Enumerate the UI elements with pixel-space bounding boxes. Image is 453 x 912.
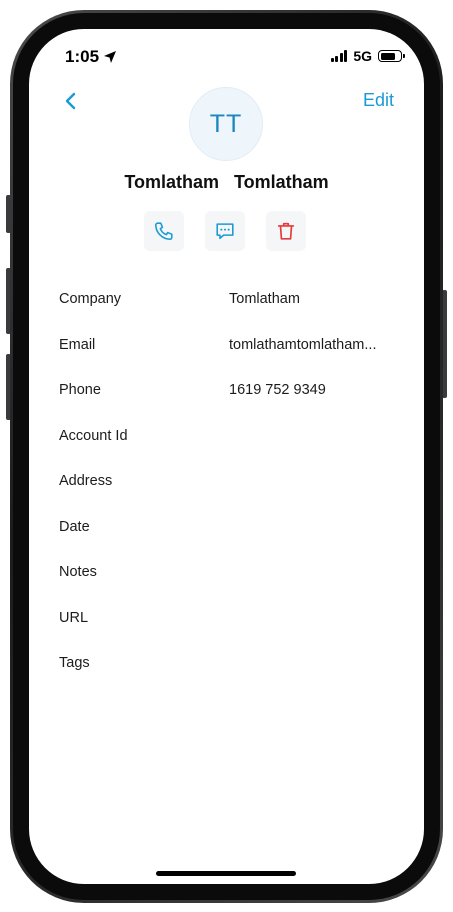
- call-button[interactable]: [144, 211, 184, 251]
- home-indicator[interactable]: [156, 871, 296, 876]
- detail-label: Address: [59, 473, 113, 489]
- email-value[interactable]: tomlathamtomlatham...: [229, 337, 376, 353]
- detail-row-company: Company Tomlatham: [59, 291, 404, 337]
- detail-value: Tomlatham: [229, 291, 300, 307]
- message-button[interactable]: [205, 211, 245, 251]
- status-time: 1:05: [65, 47, 117, 67]
- detail-label: Phone: [59, 382, 101, 398]
- detail-label: Company: [59, 291, 122, 307]
- chevron-left-icon: [65, 92, 76, 110]
- status-bar: 1:05 5G: [29, 29, 424, 83]
- location-arrow-icon: [104, 51, 117, 63]
- back-button[interactable]: [59, 89, 83, 113]
- phone-icon: [154, 222, 173, 241]
- detail-label: URL: [59, 609, 89, 626]
- detail-label: Notes: [59, 564, 97, 580]
- signal-icon: [330, 50, 348, 62]
- trash-icon: [277, 222, 295, 240]
- detail-row-email: Email tomlathamtomlatham...: [59, 337, 404, 383]
- delete-button[interactable]: [266, 211, 306, 251]
- contact-actions: [144, 211, 306, 251]
- network-type: 5G: [353, 48, 372, 64]
- edit-button[interactable]: Edit: [363, 90, 394, 111]
- screen: 1:05 5G Edit TT Tomlatham Tomlatham Comp…: [29, 29, 424, 884]
- detail-row-phone: Phone 1619 752 9349: [59, 382, 404, 428]
- detail-row-date: Date: [59, 519, 404, 565]
- detail-row-notes: Notes: [59, 564, 404, 610]
- message-icon: [216, 223, 234, 240]
- device-bezel: 1:05 5G Edit TT Tomlatham Tomlatham Comp…: [13, 13, 440, 900]
- detail-label: Tags: [59, 655, 90, 671]
- detail-label: Account Id: [59, 427, 128, 444]
- detail-label: Date: [59, 518, 90, 535]
- battery-icon: [378, 50, 405, 62]
- detail-row-address: Address: [59, 473, 404, 519]
- status-indicators: 5G: [330, 48, 405, 64]
- detail-row-account-id: Account Id: [59, 428, 404, 474]
- contact-name: Tomlatham Tomlatham: [124, 172, 329, 192]
- detail-label: Email: [59, 336, 96, 353]
- phone-value[interactable]: 1619 752 9349: [229, 382, 326, 398]
- contact-details: Company Tomlatham Email tomlathamtomlath…: [59, 291, 404, 701]
- device-frame: 1:05 5G Edit TT Tomlatham Tomlatham Comp…: [10, 10, 443, 903]
- avatar: TT: [189, 87, 263, 161]
- time-text: 1:05: [65, 47, 100, 66]
- detail-row-url: URL: [59, 610, 404, 656]
- detail-row-tags: Tags: [59, 655, 404, 701]
